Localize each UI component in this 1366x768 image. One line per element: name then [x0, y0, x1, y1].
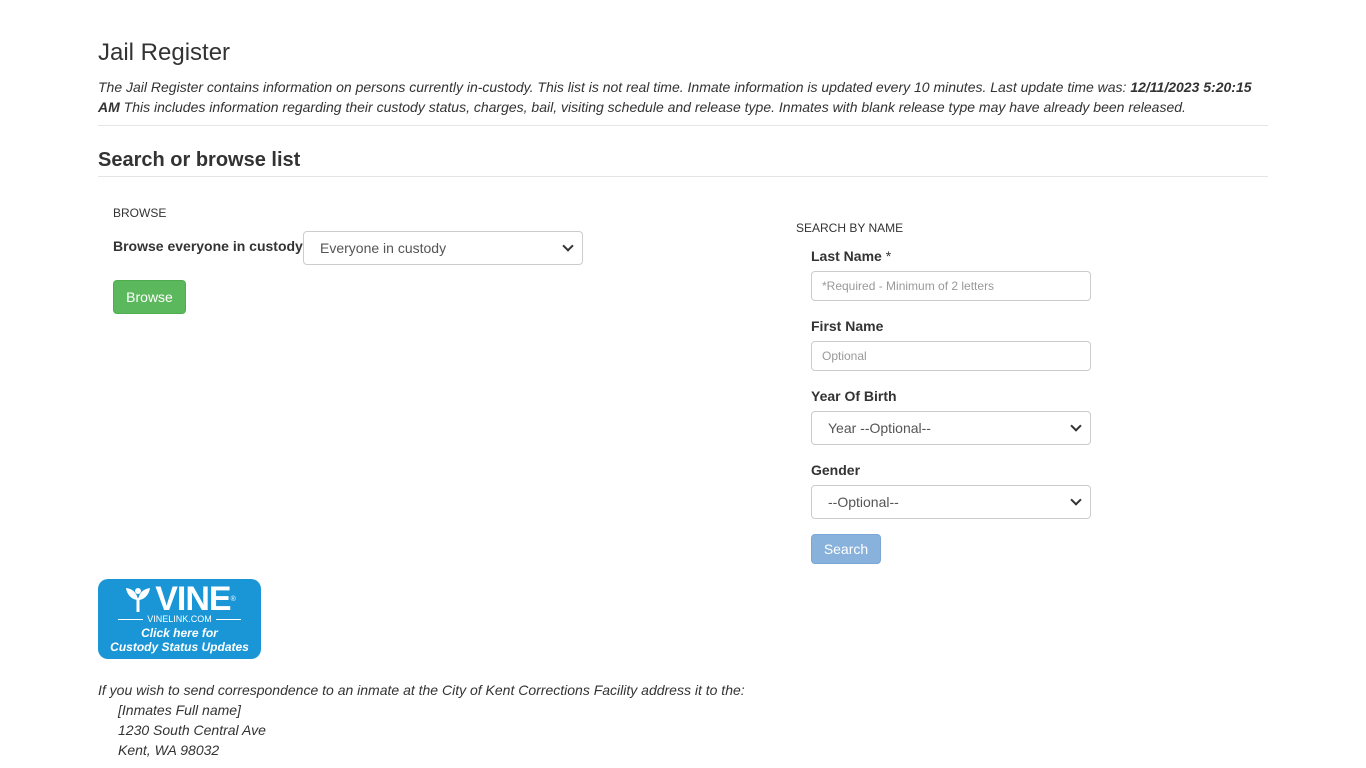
intro-text: The Jail Register contains information o…: [98, 79, 1131, 95]
intro-paragraph: The Jail Register contains information o…: [98, 77, 1268, 117]
divider: [118, 618, 144, 620]
vine-cta-line2: Custody Status Updates: [110, 640, 249, 654]
browse-select[interactable]: Everyone in custody: [303, 231, 583, 265]
intro-text-2: This includes information regarding thei…: [119, 99, 1186, 115]
chevron-down-icon: [1070, 420, 1082, 432]
last-name-label: Last Name *: [811, 248, 891, 264]
divider: [98, 125, 1268, 126]
browse-label: Browse everyone in custody: [113, 238, 303, 254]
mailing-address: [Inmates Full name] 1230 South Central A…: [118, 700, 266, 760]
gender-select[interactable]: --Optional--: [811, 485, 1091, 519]
gender-label: Gender: [811, 462, 861, 478]
browse-button[interactable]: Browse: [113, 280, 186, 314]
section-title: Search or browse list: [98, 149, 301, 171]
vine-url-row: VINELINK.COM: [114, 613, 245, 625]
last-name-label-text: Last Name: [811, 248, 882, 264]
search-button[interactable]: Search: [811, 534, 881, 564]
required-mark: *: [885, 248, 892, 264]
vine-link-badge[interactable]: VINE ® VINELINK.COM Click here for Custod…: [98, 579, 261, 659]
browse-heading: BROWSE: [113, 206, 167, 220]
vine-leaf-icon: [126, 588, 151, 612]
vine-cta: Click here for Custody Status Updates: [98, 626, 261, 654]
address-line3: Kent, WA 98032: [118, 742, 220, 758]
vine-wordmark: VINE: [155, 580, 231, 618]
divider: [98, 176, 1268, 177]
year-select-value: Year --Optional--: [828, 420, 931, 436]
vine-logo: VINE ®: [98, 581, 261, 617]
address-line2: 1230 South Central Ave: [118, 722, 266, 738]
search-heading: SEARCH BY NAME: [796, 221, 904, 235]
first-name-label: First Name: [811, 318, 884, 334]
chevron-down-icon: [1070, 494, 1082, 506]
year-of-birth-label: Year Of Birth: [811, 388, 897, 404]
vine-cta-line1: Click here for: [141, 626, 218, 640]
divider: [215, 618, 242, 620]
chevron-down-icon: [562, 240, 574, 252]
registered-mark: ®: [230, 595, 236, 603]
correspondence-intro: If you wish to send correspondence to an…: [98, 682, 745, 698]
browse-select-value: Everyone in custody: [320, 240, 447, 256]
last-name-input[interactable]: [811, 271, 1091, 301]
year-of-birth-select[interactable]: Year --Optional--: [811, 411, 1091, 445]
first-name-input[interactable]: [811, 341, 1091, 371]
address-line1: [Inmates Full name]: [118, 702, 241, 718]
page-title: Jail Register: [98, 39, 231, 66]
vine-url: VINELINK.COM: [147, 614, 212, 624]
gender-select-value: --Optional--: [828, 494, 899, 510]
